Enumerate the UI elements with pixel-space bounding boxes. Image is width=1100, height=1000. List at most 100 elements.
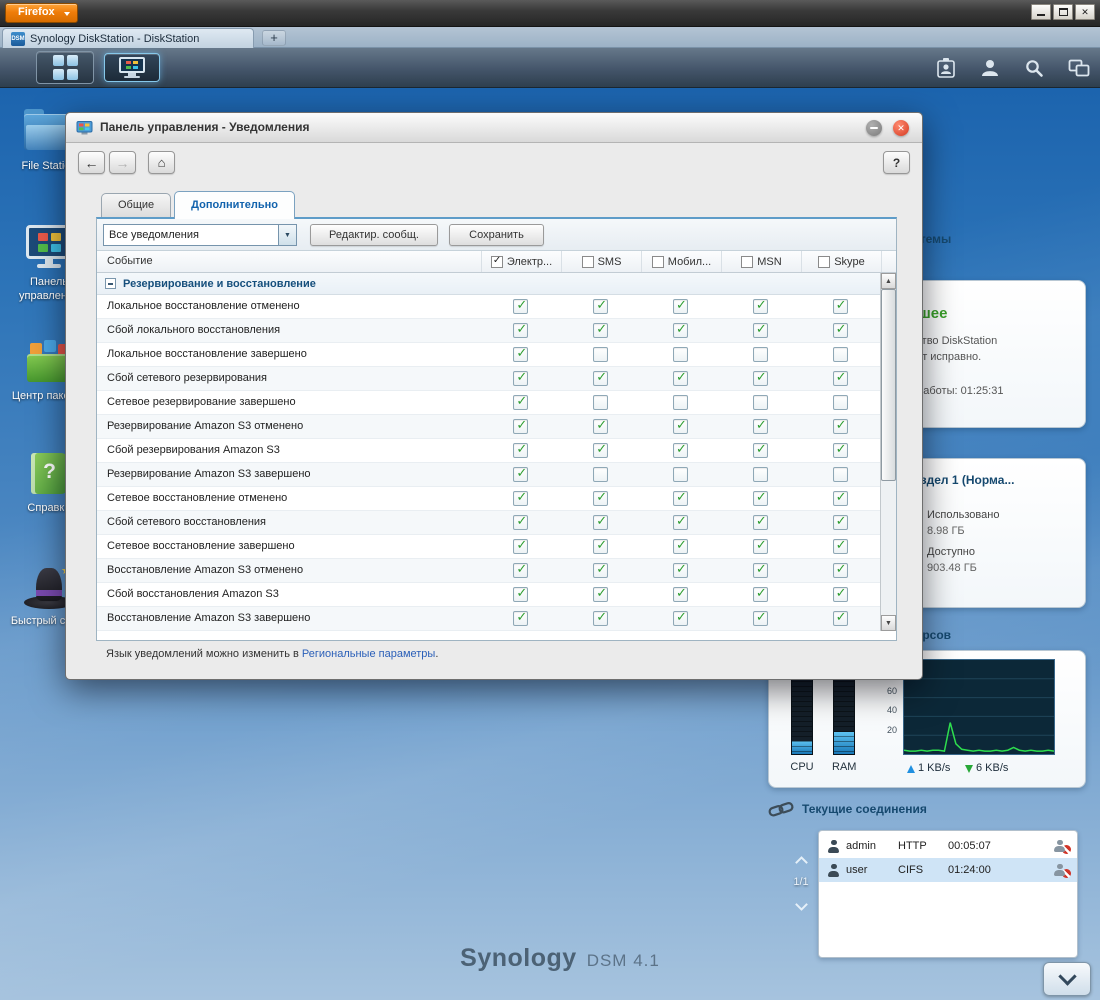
notification-checkbox[interactable] bbox=[593, 539, 608, 554]
notification-checkbox[interactable] bbox=[833, 539, 848, 554]
notification-checkbox[interactable] bbox=[753, 443, 768, 458]
notification-checkbox[interactable] bbox=[593, 347, 608, 362]
notification-checkbox[interactable] bbox=[753, 371, 768, 386]
column-checkbox[interactable] bbox=[741, 256, 753, 268]
table-row[interactable]: Сбой сетевого резервирования bbox=[97, 367, 880, 391]
scroll-down-button[interactable] bbox=[881, 615, 896, 631]
notification-checkbox[interactable] bbox=[753, 491, 768, 506]
column-header[interactable]: SMS bbox=[562, 251, 642, 272]
notification-checkbox[interactable] bbox=[753, 299, 768, 314]
table-group-row[interactable]: Резервирование и восстановление bbox=[97, 273, 880, 295]
home-button[interactable] bbox=[148, 151, 175, 174]
table-row[interactable]: Сетевое восстановление отменено bbox=[97, 487, 880, 511]
collapse-icon[interactable] bbox=[105, 278, 116, 289]
notification-checkbox[interactable] bbox=[513, 539, 528, 554]
table-row[interactable]: Резервирование Amazon S3 отменено bbox=[97, 415, 880, 439]
firefox-menu-button[interactable]: Firefox bbox=[5, 3, 78, 23]
close-button[interactable] bbox=[1075, 4, 1095, 20]
notification-checkbox[interactable] bbox=[753, 515, 768, 530]
notification-checkbox[interactable] bbox=[833, 491, 848, 506]
table-row[interactable]: Сетевое резервирование завершено bbox=[97, 391, 880, 415]
column-checkbox[interactable] bbox=[818, 256, 830, 268]
notification-checkbox[interactable] bbox=[833, 323, 848, 338]
dialog-close-button[interactable] bbox=[893, 120, 909, 136]
notification-checkbox[interactable] bbox=[593, 515, 608, 530]
notification-checkbox[interactable] bbox=[833, 419, 848, 434]
edit-message-button[interactable]: Редактир. сообщ. bbox=[310, 224, 438, 246]
notification-checkbox[interactable] bbox=[673, 467, 688, 482]
page-down-chevron[interactable] bbox=[795, 898, 808, 911]
notification-checkbox[interactable] bbox=[673, 347, 688, 362]
notification-checkbox[interactable] bbox=[673, 491, 688, 506]
control-panel-task-button[interactable] bbox=[104, 53, 160, 82]
notification-checkbox[interactable] bbox=[673, 587, 688, 602]
notification-checkbox[interactable] bbox=[833, 467, 848, 482]
notification-checkbox[interactable] bbox=[593, 563, 608, 578]
new-tab-button[interactable]: + bbox=[262, 30, 286, 46]
tab-advanced[interactable]: Дополнительно bbox=[174, 191, 295, 219]
minimize-button[interactable] bbox=[1031, 4, 1051, 20]
table-row[interactable]: Сбой локального восстановления bbox=[97, 319, 880, 343]
notification-checkbox[interactable] bbox=[513, 611, 528, 626]
column-header[interactable]: MSN bbox=[722, 251, 802, 272]
notification-checkbox[interactable] bbox=[673, 443, 688, 458]
notification-checkbox[interactable] bbox=[513, 587, 528, 602]
notification-checkbox[interactable] bbox=[673, 323, 688, 338]
notification-checkbox[interactable] bbox=[593, 419, 608, 434]
column-header[interactable]: Электр... bbox=[482, 251, 562, 272]
notification-checkbox[interactable] bbox=[673, 371, 688, 386]
notification-checkbox[interactable] bbox=[593, 299, 608, 314]
table-row[interactable]: Восстановление Amazon S3 завершено bbox=[97, 607, 880, 631]
user-menu-icon[interactable] bbox=[980, 58, 1000, 78]
notification-checkbox[interactable] bbox=[593, 467, 608, 482]
notification-checkbox[interactable] bbox=[513, 395, 528, 410]
notification-checkbox[interactable] bbox=[673, 539, 688, 554]
widgets-pane-icon[interactable] bbox=[1068, 58, 1090, 78]
notification-checkbox[interactable] bbox=[513, 347, 528, 362]
search-icon[interactable] bbox=[1024, 58, 1044, 78]
notification-checkbox[interactable] bbox=[513, 491, 528, 506]
pilot-badge-icon[interactable] bbox=[936, 57, 956, 79]
notification-checkbox[interactable] bbox=[833, 443, 848, 458]
maximize-button[interactable] bbox=[1053, 4, 1073, 20]
notification-checkbox[interactable] bbox=[753, 347, 768, 362]
table-row[interactable]: Восстановление Amazon S3 отменено bbox=[97, 559, 880, 583]
notification-checkbox[interactable] bbox=[833, 563, 848, 578]
notification-checkbox[interactable] bbox=[593, 587, 608, 602]
connection-row[interactable]: adminHTTP00:05:07 bbox=[819, 834, 1077, 858]
notification-checkbox[interactable] bbox=[593, 443, 608, 458]
forward-button[interactable] bbox=[109, 151, 136, 174]
notification-checkbox[interactable] bbox=[753, 587, 768, 602]
column-checkbox[interactable] bbox=[491, 256, 503, 268]
disconnect-icon[interactable] bbox=[1054, 840, 1069, 853]
notification-checkbox[interactable] bbox=[833, 395, 848, 410]
notification-checkbox[interactable] bbox=[833, 347, 848, 362]
notification-checkbox[interactable] bbox=[673, 563, 688, 578]
notification-checkbox[interactable] bbox=[673, 419, 688, 434]
regional-settings-link[interactable]: Региональные параметры bbox=[302, 648, 435, 660]
dialog-minimize-button[interactable] bbox=[866, 120, 882, 136]
column-header-event[interactable]: Событие bbox=[97, 251, 482, 272]
table-row[interactable]: Сбой восстановления Amazon S3 bbox=[97, 583, 880, 607]
column-checkbox[interactable] bbox=[582, 256, 594, 268]
scroll-up-button[interactable] bbox=[881, 273, 896, 289]
notification-checkbox[interactable] bbox=[593, 323, 608, 338]
table-row[interactable]: Сетевое восстановление завершено bbox=[97, 535, 880, 559]
notification-checkbox[interactable] bbox=[673, 299, 688, 314]
notification-checkbox[interactable] bbox=[753, 395, 768, 410]
notification-filter-select[interactable]: Все уведомления bbox=[103, 224, 297, 246]
back-button[interactable] bbox=[78, 151, 105, 174]
notification-checkbox[interactable] bbox=[513, 323, 528, 338]
notification-checkbox[interactable] bbox=[833, 611, 848, 626]
table-row[interactable]: Локальное восстановление отменено bbox=[97, 295, 880, 319]
column-header[interactable]: Skype bbox=[802, 251, 882, 272]
notification-checkbox[interactable] bbox=[753, 467, 768, 482]
notification-checkbox[interactable] bbox=[513, 515, 528, 530]
disconnect-icon[interactable] bbox=[1054, 864, 1069, 877]
notification-checkbox[interactable] bbox=[673, 611, 688, 626]
save-button[interactable]: Сохранить bbox=[449, 224, 544, 246]
notification-checkbox[interactable] bbox=[753, 611, 768, 626]
table-row[interactable]: Резервирование Amazon S3 завершено bbox=[97, 463, 880, 487]
notification-checkbox[interactable] bbox=[593, 611, 608, 626]
tab-general[interactable]: Общие bbox=[101, 193, 171, 217]
